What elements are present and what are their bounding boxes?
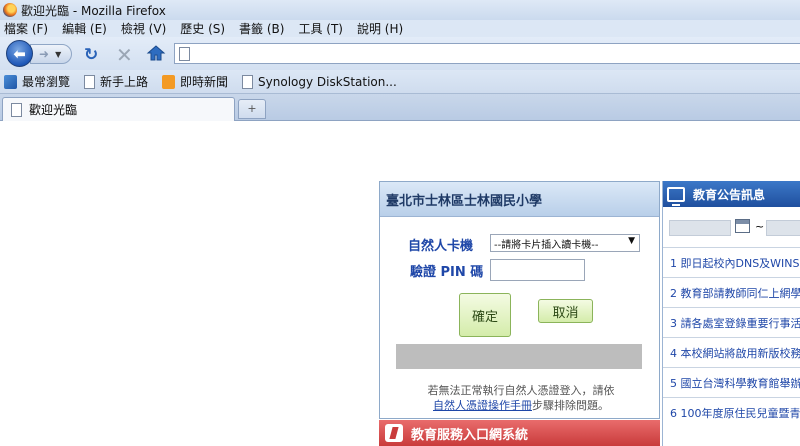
list-item[interactable]: 1 即日起校內DNS及WINS bbox=[663, 247, 800, 277]
page-icon bbox=[242, 74, 254, 89]
new-tab-button[interactable]: + bbox=[238, 99, 266, 119]
help-note-text: 若無法正常執行自然人憑證登入，請依 bbox=[427, 384, 615, 397]
tab-welcome[interactable]: 歡迎光臨 bbox=[2, 97, 235, 121]
tab-strip: 歡迎光臨 + bbox=[0, 94, 800, 121]
back-arrow-icon: ⬅ bbox=[13, 44, 26, 63]
page-icon bbox=[84, 74, 96, 89]
url-input[interactable] bbox=[196, 44, 800, 63]
start-date-field[interactable] bbox=[669, 220, 731, 236]
forward-arrow-icon: ➜ bbox=[39, 47, 50, 61]
status-message-bar bbox=[396, 344, 642, 369]
card-reader-select[interactable]: --請將卡片插入讀卡機-- ▼ bbox=[490, 234, 640, 252]
navigation-toolbar: ➜ ▼ ⬅ ↻ ✕ bbox=[0, 37, 800, 70]
chevron-down-icon: ▼ bbox=[628, 236, 635, 246]
menu-edit[interactable]: 編輯 (E) bbox=[62, 20, 107, 37]
service-portal-icon bbox=[385, 424, 403, 442]
bookmark-latest-headlines[interactable]: 即時新聞 bbox=[162, 73, 228, 90]
pin-label: 驗證 PIN 碼 bbox=[410, 265, 484, 280]
bookmark-label: 最常瀏覽 bbox=[22, 75, 71, 89]
window-title: 歡迎光臨 - Mozilla Firefox bbox=[21, 3, 166, 18]
stop-icon[interactable]: ✕ bbox=[116, 43, 133, 67]
tab-label: 歡迎光臨 bbox=[29, 103, 78, 117]
bookmark-label: 新手上路 bbox=[100, 75, 149, 89]
pin-input[interactable] bbox=[490, 259, 585, 281]
announcements-header: 教育公告訊息 bbox=[663, 181, 800, 207]
page-icon bbox=[11, 102, 22, 117]
address-bar[interactable] bbox=[174, 43, 800, 64]
bookmark-getting-started[interactable]: 新手上路 bbox=[84, 73, 148, 90]
manual-link[interactable]: 自然人憑證操作手冊 bbox=[433, 399, 532, 412]
login-panel: 臺北市士林區士林國民小學 自然人卡機 --請將卡片插入讀卡機-- ▼ 驗證 PI… bbox=[379, 181, 660, 419]
site-identity-icon[interactable] bbox=[179, 46, 190, 61]
confirm-button[interactable]: 確定 bbox=[459, 293, 511, 337]
calendar-icon[interactable] bbox=[735, 219, 750, 233]
window-titlebar: 歡迎光臨 - Mozilla Firefox bbox=[0, 0, 800, 20]
cancel-button[interactable]: 取消 bbox=[538, 299, 593, 323]
announcement-list: 1 即日起校內DNS及WINS 2 教育部請教師同仁上網學 3 請各處室登錄重要… bbox=[663, 247, 800, 427]
bookmark-label: Synology DiskStation... bbox=[258, 74, 397, 89]
service-title: 教育服務入口網系統 bbox=[411, 427, 529, 443]
announcements-panel: 教育公告訊息 ~ 1 即日起校內DNS及WINS 2 教育部請教師同仁上網學 3… bbox=[662, 181, 800, 446]
card-reader-label: 自然人卡機 bbox=[408, 239, 474, 254]
firefox-icon bbox=[3, 3, 17, 17]
forward-button[interactable]: ➜ ▼ bbox=[30, 44, 72, 64]
date-range-separator: ~ bbox=[755, 220, 765, 233]
bookmark-synology[interactable]: Synology DiskStation... bbox=[242, 74, 397, 89]
card-reader-selected-value: --請將卡片插入讀卡機-- bbox=[494, 239, 599, 251]
reload-icon[interactable]: ↻ bbox=[84, 45, 98, 65]
home-icon[interactable] bbox=[146, 44, 166, 62]
list-item[interactable]: 5 國立台灣科學教育館舉辦 bbox=[663, 367, 800, 397]
help-note-suffix: 步驟排除問題。 bbox=[532, 399, 609, 412]
education-service-bar[interactable]: 教育服務入口網系統 bbox=[379, 420, 660, 446]
menu-help[interactable]: 說明 (H) bbox=[357, 20, 403, 37]
bookmarks-toolbar: 最常瀏覽 新手上路 即時新聞 Synology DiskStation... bbox=[0, 70, 800, 94]
date-filter: ~ bbox=[669, 218, 800, 236]
announcements-title: 教育公告訊息 bbox=[693, 187, 766, 202]
list-item[interactable]: 3 請各處室登錄重要行事活 bbox=[663, 307, 800, 337]
back-button[interactable]: ⬅ bbox=[6, 40, 33, 67]
list-item[interactable]: 4 本校網站將啟用新版校務 bbox=[663, 337, 800, 367]
end-date-field[interactable] bbox=[766, 220, 800, 236]
list-item[interactable]: 6 100年度原住民兒童暨青 bbox=[663, 397, 800, 427]
most-visited-icon bbox=[4, 74, 17, 89]
menu-history[interactable]: 歷史 (S) bbox=[180, 20, 225, 37]
menu-tools[interactable]: 工具 (T) bbox=[298, 20, 343, 37]
help-note: 若無法正常執行自然人憑證登入，請依 自然人憑證操作手冊步驟排除問題。 bbox=[390, 383, 652, 413]
menu-view[interactable]: 檢視 (V) bbox=[121, 20, 166, 37]
bookmark-most-visited[interactable]: 最常瀏覽 bbox=[4, 73, 70, 90]
menu-bar: 檔案 (F) 編輯 (E) 檢視 (V) 歷史 (S) 書籤 (B) 工具 (T… bbox=[0, 20, 800, 37]
list-item[interactable]: 2 教育部請教師同仁上網學 bbox=[663, 277, 800, 307]
school-title: 臺北市士林區士林國民小學 bbox=[386, 193, 543, 209]
menu-bookmarks[interactable]: 書籤 (B) bbox=[239, 20, 284, 37]
monitor-icon bbox=[667, 186, 685, 206]
bookmark-label: 即時新聞 bbox=[180, 75, 229, 89]
history-dropdown-icon[interactable]: ▼ bbox=[55, 50, 61, 59]
rss-icon bbox=[162, 74, 176, 89]
menu-file[interactable]: 檔案 (F) bbox=[4, 20, 48, 37]
login-header: 臺北市士林區士林國民小學 bbox=[380, 182, 659, 217]
